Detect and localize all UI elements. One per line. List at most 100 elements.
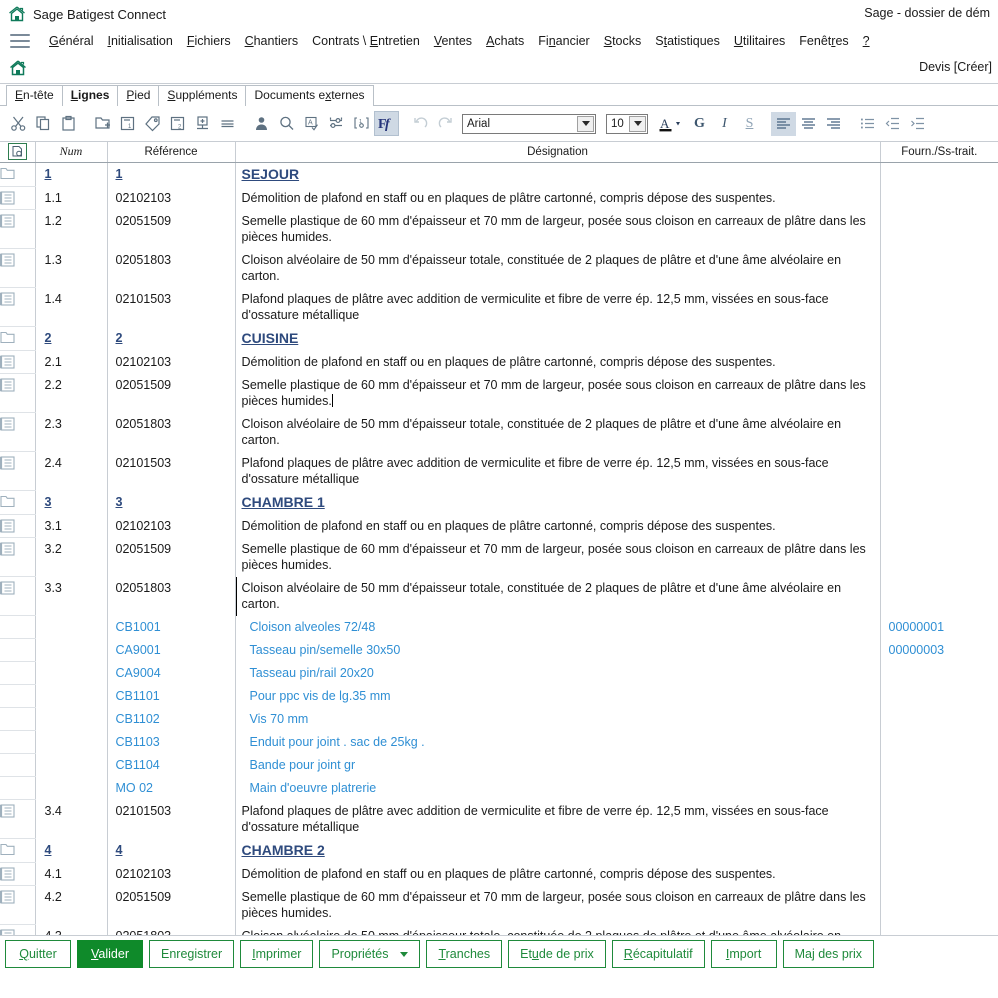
quitter-button[interactable]: Quitter — [5, 940, 71, 968]
enregistrer-button[interactable]: Enregistrer — [149, 940, 235, 968]
cell-fournisseur[interactable] — [880, 886, 998, 925]
table-row[interactable]: CA9001 Tasseau pin/semelle 30x50 00000003 — [0, 638, 998, 662]
lines-icon[interactable] — [0, 799, 36, 839]
cell-designation[interactable]: Vis 70 mm — [235, 707, 881, 731]
cell-reference[interactable]: 3 — [107, 490, 236, 515]
lines-grid[interactable]: Num Référence Désignation Fourn./Ss-trai… — [0, 142, 998, 936]
lines-icon[interactable] — [0, 350, 36, 374]
chevron-down-icon[interactable] — [577, 115, 594, 132]
cell-reference[interactable]: 02102103 — [107, 514, 236, 538]
cell-num[interactable]: 1.2 — [35, 209, 108, 249]
underline-button[interactable]: S — [737, 112, 762, 136]
cell-fournisseur[interactable] — [880, 685, 998, 708]
row-gutter[interactable] — [0, 753, 36, 777]
cell-designation[interactable]: Cloison alvéolaire de 50 mm d'épaisseur … — [235, 412, 881, 452]
menu-item-general[interactable]: Général — [42, 34, 100, 48]
lines-icon[interactable] — [0, 186, 36, 210]
folder-icon[interactable] — [0, 326, 36, 351]
cell-designation[interactable]: Bande pour joint gr — [235, 753, 881, 777]
cell-fournisseur[interactable] — [880, 162, 998, 187]
cell-fournisseur[interactable] — [880, 187, 998, 210]
cell-num[interactable]: 1.3 — [35, 248, 108, 288]
row-gutter[interactable] — [0, 661, 36, 685]
cell-reference[interactable]: 02051803 — [107, 248, 236, 288]
column-header-gutter[interactable] — [0, 142, 36, 163]
numbering-icon[interactable]: 1 — [349, 111, 374, 136]
cell-fournisseur[interactable] — [880, 839, 998, 863]
table-row[interactable]: CB1001 Cloison alveoles 72/48 00000001 — [0, 615, 998, 639]
table-row[interactable]: CB1103 Enduit pour joint . sac de 25kg . — [0, 730, 998, 754]
menu-item-fichiers[interactable]: Fichiers — [180, 34, 238, 48]
text-color-icon[interactable]: A — [657, 112, 687, 136]
outdent-icon[interactable] — [880, 112, 905, 136]
cell-fournisseur[interactable]: 00000001 — [880, 616, 998, 639]
cell-designation[interactable]: Main d'oeuvre platrerie — [235, 776, 881, 800]
lines-icon[interactable] — [0, 209, 36, 249]
folder-icon[interactable] — [0, 162, 36, 187]
cell-designation[interactable]: Démolition de plafond en staff ou en pla… — [235, 186, 881, 210]
lines-icon[interactable] — [0, 885, 36, 925]
cell-fournisseur[interactable] — [880, 754, 998, 777]
table-row[interactable]: 3.3 02051803 Cloison alvéolaire de 50 mm d… — [0, 576, 998, 616]
cell-designation[interactable]: SEJOUR — [235, 162, 881, 187]
cell-num[interactable] — [35, 776, 108, 800]
duplicate-icon[interactable]: 2 — [165, 111, 190, 136]
lines-icon[interactable] — [0, 514, 36, 538]
cell-num[interactable]: 4.1 — [35, 862, 108, 886]
menu-item-initialisation[interactable]: Initialisation — [100, 34, 179, 48]
cell-num[interactable]: 3.4 — [35, 799, 108, 839]
cell-num[interactable]: 3.2 — [35, 537, 108, 577]
row-gutter[interactable] — [0, 730, 36, 754]
menu-item-help[interactable]: ? — [856, 34, 877, 48]
table-row[interactable]: 4 4 CHAMBRE 2 — [0, 838, 998, 863]
cell-fournisseur[interactable] — [880, 413, 998, 452]
lines-icon[interactable] — [0, 537, 36, 577]
cell-reference[interactable]: 2 — [107, 326, 236, 351]
cell-fournisseur[interactable] — [880, 925, 998, 936]
row-gutter[interactable] — [0, 684, 36, 708]
settings-sliders-icon[interactable] — [324, 111, 349, 136]
paste-icon[interactable] — [56, 111, 81, 136]
cell-reference[interactable]: CB1001 — [107, 615, 236, 639]
cell-fournisseur[interactable] — [880, 662, 998, 685]
cell-designation[interactable]: Démolition de plafond en staff ou en pla… — [235, 514, 881, 538]
cell-num[interactable]: 4 — [35, 838, 108, 863]
font-size-select[interactable]: 10 — [606, 113, 648, 134]
cell-reference[interactable]: 02102103 — [107, 350, 236, 374]
cell-designation[interactable]: Démolition de plafond en staff ou en pla… — [235, 350, 881, 374]
cell-designation[interactable]: Plafond plaques de plâtre avec addition … — [235, 799, 881, 839]
table-row[interactable]: 2.3 02051803 Cloison alvéolaire de 50 mm d… — [0, 412, 998, 452]
cell-reference[interactable]: 1 — [107, 162, 236, 187]
lines-icon[interactable] — [0, 576, 36, 616]
cell-reference[interactable]: 02101503 — [107, 287, 236, 327]
tag-icon[interactable] — [140, 111, 165, 136]
cell-fournisseur[interactable] — [880, 800, 998, 839]
table-row[interactable]: 1.3 02051803 Cloison alvéolaire de 50 mm d… — [0, 248, 998, 288]
row-gutter[interactable] — [0, 638, 36, 662]
menu-item-fenetres[interactable]: Fenêtres — [792, 34, 855, 48]
table-row[interactable]: CB1104 Bande pour joint gr — [0, 753, 998, 777]
cell-designation[interactable]: Enduit pour joint . sac de 25kg . — [235, 730, 881, 754]
cell-reference[interactable]: 02051803 — [107, 924, 236, 935]
cell-reference[interactable]: 02102103 — [107, 862, 236, 886]
cell-fournisseur[interactable] — [880, 863, 998, 886]
cell-reference[interactable]: CB1104 — [107, 753, 236, 777]
cell-reference[interactable]: CB1101 — [107, 684, 236, 708]
cell-fournisseur[interactable] — [880, 491, 998, 515]
cell-reference[interactable]: MO 02 — [107, 776, 236, 800]
table-row[interactable]: 1.2 02051509 Semelle plastique de 60 mm d'… — [0, 209, 998, 249]
cell-fournisseur[interactable] — [880, 452, 998, 491]
column-header-designation[interactable]: Désignation — [235, 142, 881, 163]
table-row[interactable]: 2.4 02101503 Plafond plaques de plâtre ave… — [0, 451, 998, 491]
menu-item-achats[interactable]: Achats — [479, 34, 531, 48]
cell-num[interactable]: 4.2 — [35, 885, 108, 925]
cell-reference[interactable]: 02051803 — [107, 576, 236, 616]
etude-de-prix-button[interactable]: Etude de prix — [508, 940, 606, 968]
cell-num[interactable]: 2.4 — [35, 451, 108, 491]
cell-num[interactable] — [35, 753, 108, 777]
table-row[interactable]: 2 2 CUISINE — [0, 326, 998, 351]
column-header-fournisseur[interactable]: Fourn./Ss-trait. — [880, 142, 998, 163]
table-row[interactable]: 4.3 02051803 Cloison alvéolaire de 50 mm d… — [0, 924, 998, 936]
cell-reference[interactable]: 02051509 — [107, 209, 236, 249]
bullet-list-icon[interactable] — [855, 112, 880, 136]
